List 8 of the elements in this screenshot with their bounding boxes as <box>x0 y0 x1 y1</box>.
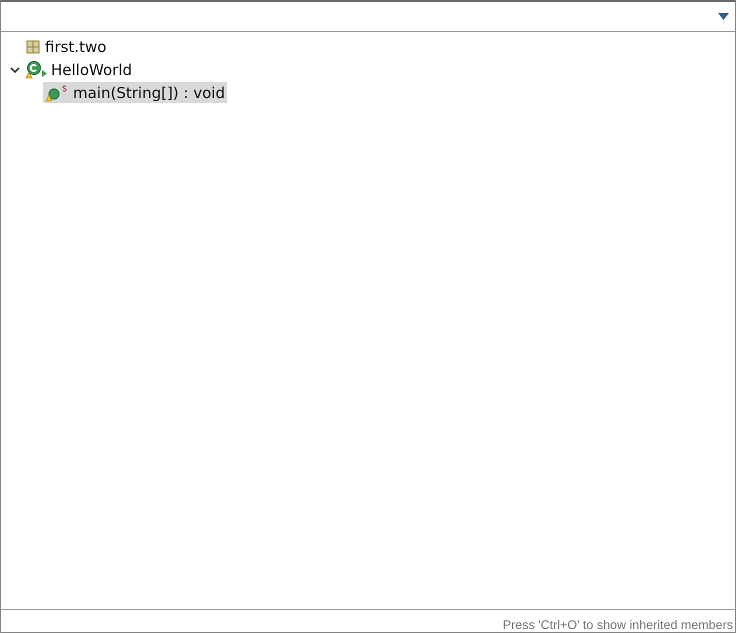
package-icon <box>25 38 41 54</box>
status-hint: Press 'Ctrl+O' to show inherited members <box>502 618 733 632</box>
method-icon <box>45 84 69 102</box>
tree-item[interactable]: HelloWorld <box>23 59 134 80</box>
tree-item[interactable]: main(String[]) : void <box>43 82 227 103</box>
tree-item[interactable]: first.two <box>23 36 108 57</box>
class-icon <box>25 60 47 78</box>
dropdown-triangle-icon[interactable] <box>718 13 729 20</box>
